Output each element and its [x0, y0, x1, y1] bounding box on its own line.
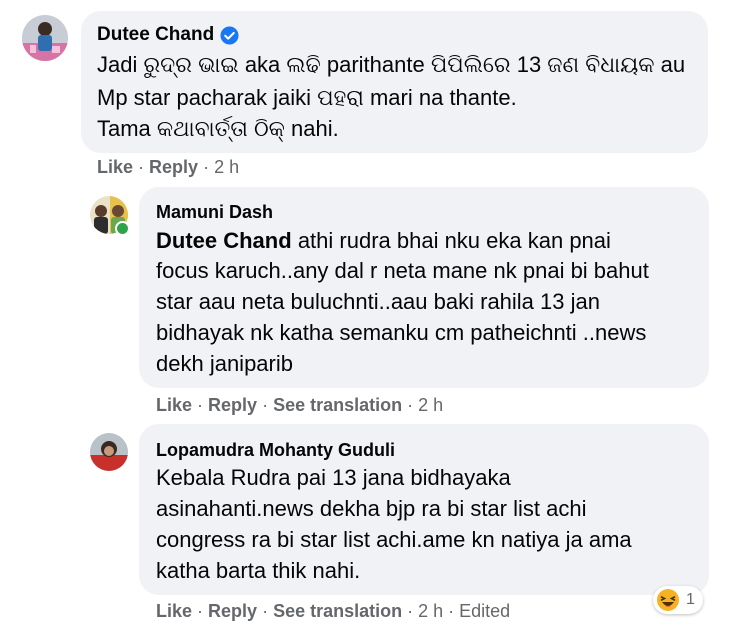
timestamp-link[interactable]: 2 h: [418, 601, 443, 622]
see-translation-button[interactable]: See translation: [273, 601, 402, 622]
avatar-dutee-chand[interactable]: [22, 15, 68, 61]
timestamp-link[interactable]: 2 h: [214, 157, 239, 178]
mention-link[interactable]: Dutee Chand: [156, 228, 292, 253]
reply-button[interactable]: Reply: [208, 395, 257, 416]
comment-text-line: katha barta thik nahi.: [156, 558, 361, 583]
like-button[interactable]: Like: [156, 395, 192, 416]
comment-text-line: Jadi ରୁଦ୍ର ଭାଇ aka ଲଢି parithante ପିପିଲି…: [97, 52, 686, 77]
separator-dot: ·: [197, 395, 204, 415]
comment-actions: Like · Reply · See translation · 2 h · E…: [156, 601, 510, 622]
author-name[interactable]: Dutee Chand: [97, 24, 214, 46]
author-name[interactable]: Lopamudra Mohanty Guduli: [156, 440, 395, 461]
separator-dot: ·: [407, 395, 414, 415]
comment-text-line: dekh janiparib: [156, 351, 293, 376]
reply-button[interactable]: Reply: [208, 601, 257, 622]
comment-text-span: athi rudra bhai nku eka kan pnai: [297, 228, 611, 253]
comment-text-line: Kebala Rudra pai 13 jana bidhayaka: [156, 465, 511, 490]
comment-actions: Like · Reply · See translation · 2 h: [156, 395, 443, 416]
edited-label: Edited: [459, 601, 511, 621]
separator-dot: ·: [448, 601, 455, 621]
separator-dot: ·: [262, 395, 269, 415]
comment-author-dutee-chand[interactable]: Dutee Chand: [97, 24, 239, 46]
separator-dot: ·: [203, 157, 210, 177]
separator-dot: ·: [138, 157, 145, 177]
like-button[interactable]: Like: [156, 601, 192, 622]
comment-text-line: focus karuch..any dal r neta mane nk pna…: [156, 258, 649, 283]
online-status-dot: [115, 221, 130, 236]
comment-text-line: Tama କଥାବାର୍ତ୍ତା ଠିକ୍ nahi.: [97, 116, 339, 141]
avatar-lopamudra-mohanty-guduli[interactable]: [90, 433, 128, 471]
see-translation-button[interactable]: See translation: [273, 395, 402, 416]
comment-text-line: congress ra bi star list achi.ame kn nat…: [156, 527, 632, 552]
comment-text-line: Mp star pacharak jaiki ପହରା mari na than…: [97, 85, 517, 110]
comment-text-line: bidhayak nk katha semanku cm patheichnti…: [156, 320, 647, 345]
timestamp-link[interactable]: 2 h: [418, 395, 443, 416]
comment-author-lopamudra[interactable]: Lopamudra Mohanty Guduli: [156, 440, 395, 461]
author-name[interactable]: Mamuni Dash: [156, 202, 273, 223]
reply-button[interactable]: Reply: [149, 157, 198, 178]
reaction-count: 1: [686, 591, 695, 608]
comment-author-mamuni-dash[interactable]: Mamuni Dash: [156, 202, 273, 223]
comment-text-line: asinahanti.news dekha bjp ra bi star lis…: [156, 496, 587, 521]
separator-dot: ·: [197, 601, 204, 621]
haha-emoji-icon: [657, 589, 679, 611]
separator-dot: ·: [262, 601, 269, 621]
separator-dot: ·: [407, 601, 414, 621]
comment-text-line: star aau neta buluchnti..aau baki rahila…: [156, 289, 600, 314]
comment-actions: Like · Reply · 2 h: [97, 157, 239, 178]
comment-text-line: Dutee Chand athi rudra bhai nku eka kan …: [156, 226, 611, 256]
like-button[interactable]: Like: [97, 157, 133, 178]
verified-badge-icon: [220, 25, 239, 45]
reaction-summary[interactable]: 1: [653, 586, 703, 614]
